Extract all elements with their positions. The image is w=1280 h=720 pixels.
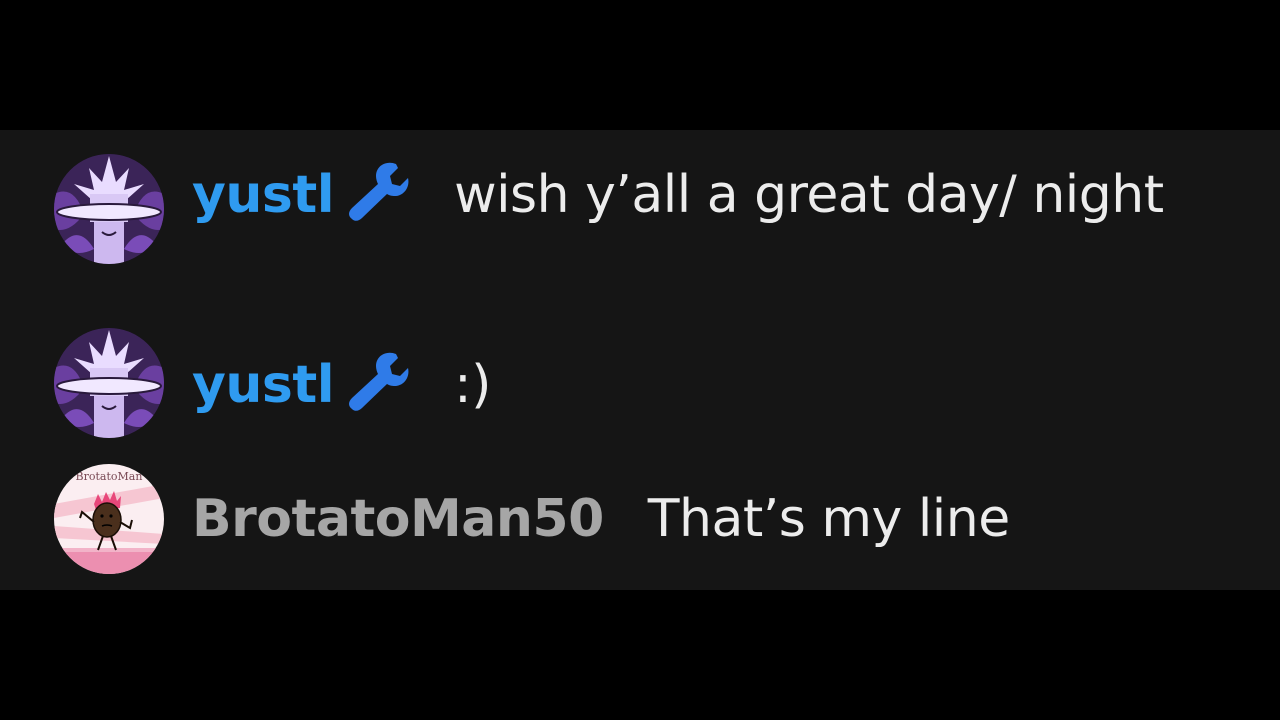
avatar[interactable]: BrotatoMan xyxy=(54,464,164,574)
wrench-icon xyxy=(342,348,412,412)
purple-character-avatar-icon xyxy=(54,154,164,264)
chat-panel: yustl wish y’all a great day/ night yustl… xyxy=(0,130,1280,590)
brotato-avatar-icon: BrotatoMan xyxy=(54,464,164,574)
svg-text:BrotatoMan: BrotatoMan xyxy=(76,470,143,483)
username[interactable]: yustl xyxy=(192,165,335,225)
avatar[interactable] xyxy=(54,328,164,438)
username[interactable]: BrotatoMan50 xyxy=(192,489,604,549)
chat-message: yustl wish y’all a great day/ night xyxy=(54,154,1234,304)
chat-message: yustl:) xyxy=(54,328,1234,438)
chat-message: BrotatoMan BrotatoMan50 That’s my line xyxy=(54,464,1234,574)
message-text: wish y’all a great day/ night xyxy=(454,165,1164,225)
username[interactable]: yustl xyxy=(192,355,335,415)
message-text: :) xyxy=(454,355,491,415)
wrench-icon xyxy=(342,158,412,222)
avatar[interactable] xyxy=(54,154,164,264)
message-text: That’s my line xyxy=(647,489,1010,549)
purple-character-avatar-icon xyxy=(54,328,164,438)
